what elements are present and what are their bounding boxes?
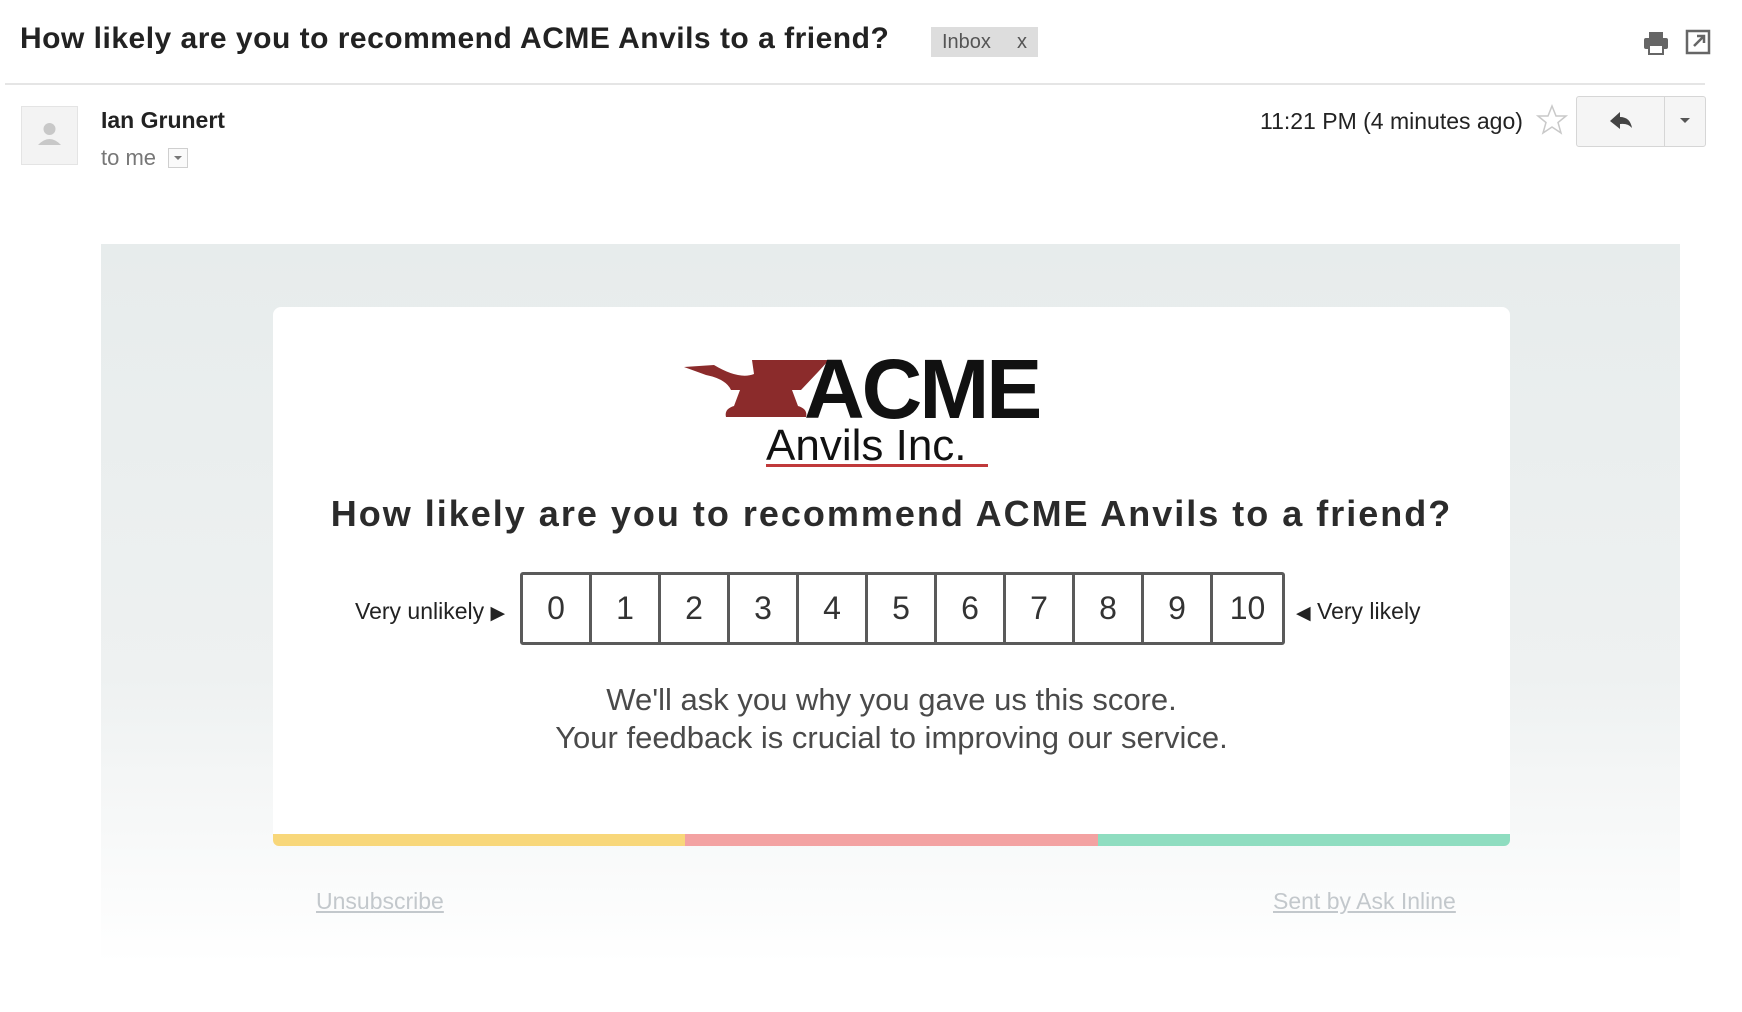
sent-by-link[interactable]: Sent by Ask Inline bbox=[1273, 888, 1456, 915]
scale-low-text: Very unlikely bbox=[355, 598, 485, 624]
popout-icon[interactable] bbox=[1684, 28, 1712, 56]
unsubscribe-link[interactable]: Unsubscribe bbox=[316, 888, 444, 915]
email-subject: How likely are you to recommend ACME Anv… bbox=[20, 22, 890, 55]
message-timestamp: 11:21 PM (4 minutes ago) bbox=[1260, 108, 1523, 134]
inbox-label-text: Inbox bbox=[942, 31, 991, 53]
triangle-right-icon: ▶ bbox=[490, 603, 506, 624]
score-option-9[interactable]: 9 bbox=[1144, 575, 1213, 642]
color-bar bbox=[273, 834, 1510, 846]
acme-logo: ACME Anvils Inc. bbox=[684, 342, 1042, 467]
color-bar-segment bbox=[1097, 834, 1510, 846]
scale-high-label: ◀ Very likely bbox=[1296, 598, 1421, 625]
reply-button[interactable] bbox=[1576, 96, 1665, 147]
score-option-3[interactable]: 3 bbox=[730, 575, 799, 642]
survey-card: ACME Anvils Inc. How likely are you to r… bbox=[273, 307, 1510, 846]
recipient-details-toggle[interactable] bbox=[168, 148, 188, 168]
recipient-text: to me bbox=[101, 145, 157, 170]
score-option-2[interactable]: 2 bbox=[661, 575, 730, 642]
score-scale: 0 1 2 3 4 5 6 7 8 9 10 bbox=[520, 572, 1285, 645]
more-actions-button[interactable] bbox=[1664, 96, 1706, 147]
sender-name: Ian Grunert bbox=[101, 107, 225, 133]
score-option-8[interactable]: 8 bbox=[1075, 575, 1144, 642]
survey-note-line-2: Your feedback is crucial to improving ou… bbox=[555, 720, 1228, 755]
score-option-4[interactable]: 4 bbox=[799, 575, 868, 642]
logo-subtitle: Anvils Inc. bbox=[766, 421, 967, 467]
color-bar-segment bbox=[685, 834, 1098, 846]
chevron-down-icon bbox=[174, 156, 182, 160]
score-option-7[interactable]: 7 bbox=[1006, 575, 1075, 642]
logo-underline bbox=[766, 464, 988, 467]
inbox-label-chip[interactable]: Inbox x bbox=[931, 27, 1038, 57]
color-bar-segment bbox=[273, 834, 686, 846]
header-divider bbox=[5, 83, 1705, 85]
score-option-1[interactable]: 1 bbox=[592, 575, 661, 642]
remove-label-button[interactable]: x bbox=[1017, 27, 1027, 57]
star-icon[interactable] bbox=[1535, 103, 1569, 137]
survey-note-line-1: We'll ask you why you gave us this score… bbox=[606, 682, 1177, 717]
score-option-0[interactable]: 0 bbox=[523, 575, 592, 642]
survey-question: How likely are you to recommend ACME Anv… bbox=[330, 493, 1453, 534]
caret-down-icon bbox=[1680, 118, 1690, 123]
avatar-placeholder-icon bbox=[38, 123, 61, 145]
survey-note: We'll ask you why you gave us this score… bbox=[273, 681, 1510, 757]
triangle-left-icon: ◀ bbox=[1296, 603, 1311, 624]
sender-avatar bbox=[21, 106, 78, 165]
scale-high-text: Very likely bbox=[1317, 598, 1421, 624]
scale-low-label: Very unlikely ▶ bbox=[355, 598, 505, 625]
score-option-10[interactable]: 10 bbox=[1213, 575, 1282, 642]
reply-icon bbox=[1610, 112, 1632, 129]
print-icon[interactable] bbox=[1641, 28, 1671, 58]
subject-bar: How likely are you to recommend ACME Anv… bbox=[0, 0, 1742, 85]
score-option-5[interactable]: 5 bbox=[868, 575, 937, 642]
score-option-6[interactable]: 6 bbox=[937, 575, 1006, 642]
